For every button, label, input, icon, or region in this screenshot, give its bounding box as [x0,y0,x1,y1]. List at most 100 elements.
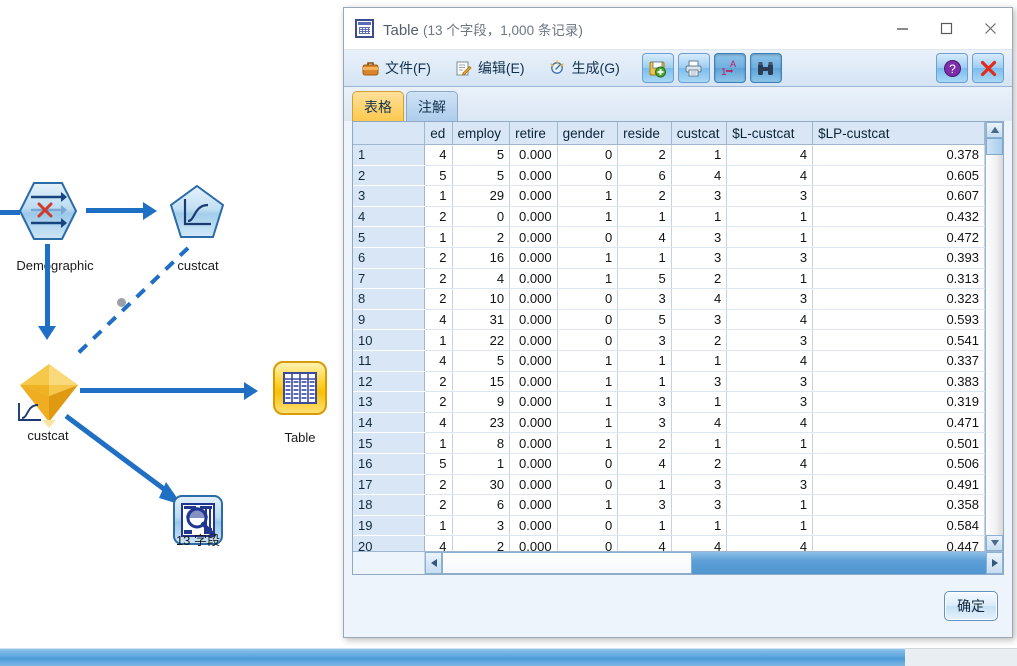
cell-ed[interactable]: 1 [424,515,453,537]
table-row[interactable]: 10 1 22 0.000 0 3 2 3 0.541 [353,329,985,351]
horizontal-scroll-track[interactable] [692,552,986,574]
cell-lp-custcat[interactable]: 0.337 [812,350,985,372]
cell-l-custcat[interactable]: 1 [726,432,814,454]
cell-custcat[interactable]: 3 [671,371,728,393]
cell-employ[interactable]: 31 [452,309,511,331]
cell-lp-custcat[interactable]: 0.491 [812,474,985,496]
cell-ed[interactable]: 5 [424,453,453,475]
cell-rownum[interactable]: 1 [353,144,426,166]
cell-retire[interactable]: 0.000 [509,288,558,310]
cell-retire[interactable]: 0.000 [509,247,558,269]
table-row[interactable]: 18 2 6 0.000 1 3 3 1 0.358 [353,494,985,516]
cell-ed[interactable]: 2 [424,371,453,393]
cell-employ[interactable]: 4 [452,268,511,290]
cell-reside[interactable]: 1 [617,371,672,393]
cell-lp-custcat[interactable]: 0.541 [812,329,985,351]
cell-l-custcat[interactable]: 1 [726,268,814,290]
cell-ed[interactable]: 2 [424,474,453,496]
help-button[interactable]: ? [936,53,968,83]
cell-reside[interactable]: 3 [617,391,672,413]
cell-reside[interactable]: 3 [617,412,672,434]
scroll-left-button[interactable] [425,552,442,574]
cell-ed[interactable]: 4 [424,350,453,372]
cell-retire[interactable]: 0.000 [509,329,558,351]
cell-retire[interactable]: 0.000 [509,309,558,331]
cell-reside[interactable]: 2 [617,144,672,166]
cell-l-custcat[interactable]: 3 [726,391,814,413]
cell-employ[interactable]: 22 [452,329,511,351]
cell-gender[interactable]: 0 [557,535,619,551]
cell-employ[interactable]: 3 [452,515,511,537]
cell-reside[interactable]: 3 [617,288,672,310]
cell-lp-custcat[interactable]: 0.584 [812,515,985,537]
horizontal-scroll-thumb[interactable] [442,552,692,574]
table-row[interactable]: 12 2 15 0.000 1 1 3 3 0.383 [353,371,985,393]
minimize-button[interactable] [880,9,924,49]
cell-lp-custcat[interactable]: 0.593 [812,309,985,331]
table-row[interactable]: 20 4 2 0.000 0 4 4 4 0.447 [353,535,985,551]
table-row[interactable]: 8 2 10 0.000 0 3 4 3 0.323 [353,288,985,310]
cell-l-custcat[interactable]: 1 [726,515,814,537]
table-row[interactable]: 6 2 16 0.000 1 1 3 3 0.393 [353,247,985,269]
cell-gender[interactable]: 0 [557,288,619,310]
cell-rownum[interactable]: 7 [353,268,426,290]
column-header-lp-custcat[interactable]: $LP-custcat [812,122,985,145]
cell-gender[interactable]: 0 [557,453,619,475]
cell-employ[interactable]: 2 [452,226,511,248]
cell-rownum[interactable]: 9 [353,309,426,331]
cell-l-custcat[interactable]: 4 [726,165,814,187]
cell-rownum[interactable]: 6 [353,247,426,269]
cell-reside[interactable]: 1 [617,474,672,496]
cell-retire[interactable]: 0.000 [509,432,558,454]
cell-custcat[interactable]: 2 [671,329,728,351]
cell-rownum[interactable]: 10 [353,329,426,351]
cell-l-custcat[interactable]: 3 [726,185,814,207]
column-header-employ[interactable]: employ [452,122,511,145]
cell-ed[interactable]: 5 [424,165,453,187]
cell-retire[interactable]: 0.000 [509,494,558,516]
cell-reside[interactable]: 4 [617,453,672,475]
cell-gender[interactable]: 1 [557,494,619,516]
cell-custcat[interactable]: 1 [671,515,728,537]
cell-employ[interactable]: 30 [452,474,511,496]
cell-reside[interactable]: 5 [617,268,672,290]
cell-l-custcat[interactable]: 4 [726,350,814,372]
cell-custcat[interactable]: 3 [671,474,728,496]
cell-retire[interactable]: 0.000 [509,474,558,496]
table-row[interactable]: 19 1 3 0.000 0 1 1 1 0.584 [353,515,985,537]
table-row[interactable]: 5 1 2 0.000 0 4 3 1 0.472 [353,226,985,248]
cell-l-custcat[interactable]: 3 [726,329,814,351]
cell-gender[interactable]: 1 [557,350,619,372]
cell-retire[interactable]: 0.000 [509,515,558,537]
cell-rownum[interactable]: 13 [353,391,426,413]
cell-ed[interactable]: 1 [424,432,453,454]
column-header-ed[interactable]: ed [424,122,453,145]
cell-employ[interactable]: 15 [452,371,511,393]
cell-custcat[interactable]: 1 [671,391,728,413]
menu-file[interactable]: 文件(F) [350,54,443,82]
cell-retire[interactable]: 0.000 [509,268,558,290]
cell-lp-custcat[interactable]: 0.313 [812,268,985,290]
cell-l-custcat[interactable]: 4 [726,453,814,475]
horizontal-scroll-row[interactable] [353,551,1003,574]
cell-gender[interactable]: 1 [557,371,619,393]
cell-l-custcat[interactable]: 1 [726,494,814,516]
cell-custcat[interactable]: 1 [671,206,728,228]
stream-node-demographic[interactable] [17,180,79,242]
cell-ed[interactable]: 2 [424,391,453,413]
column-header-retire[interactable]: retire [509,122,558,145]
table-row[interactable]: 1 4 5 0.000 0 2 1 4 0.378 [353,144,985,166]
cell-rownum[interactable]: 5 [353,226,426,248]
vertical-scroll-track[interactable] [986,155,1003,535]
cell-reside[interactable]: 3 [617,494,672,516]
cell-rownum[interactable]: 2 [353,165,426,187]
cell-employ[interactable]: 8 [452,432,511,454]
table-row[interactable]: 4 2 0 0.000 1 1 1 1 0.432 [353,206,985,228]
cell-l-custcat[interactable]: 4 [726,309,814,331]
cell-gender[interactable]: 1 [557,268,619,290]
cell-reside[interactable]: 1 [617,206,672,228]
cell-employ[interactable]: 1 [452,453,511,475]
cell-custcat[interactable]: 4 [671,165,728,187]
scroll-right-button[interactable] [986,552,1003,574]
cell-rownum[interactable]: 16 [353,453,426,475]
